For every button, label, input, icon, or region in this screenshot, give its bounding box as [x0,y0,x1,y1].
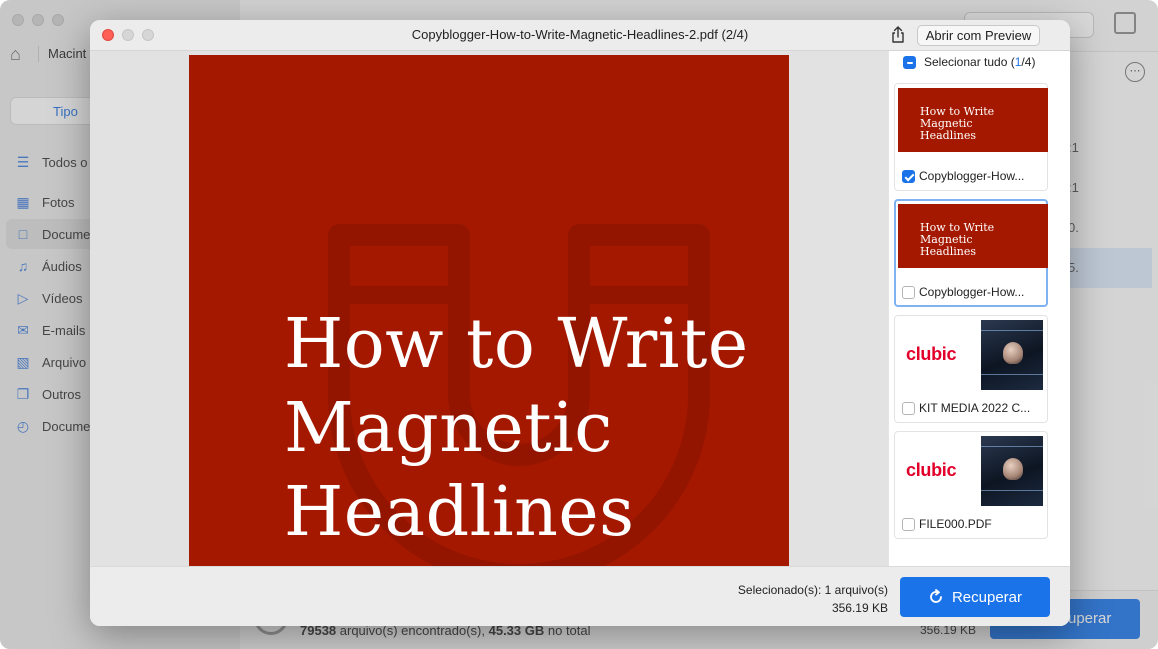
headline-line: Magnetic [284,389,613,468]
document-preview: How to Write Magnetic Headlines [189,55,789,570]
preview-modal: Copyblogger-How-to-Write-Magnetic-Headli… [90,20,1070,626]
headline-line: How to Write [284,305,749,384]
select-all-label: Selecionar tudo (1/4) [924,55,1036,69]
recover-button[interactable]: Recuperar [900,577,1050,617]
thumbnail-photo [981,320,1043,390]
file-checkbox[interactable] [902,285,915,299]
file-name: FILE000.PDF [919,517,992,531]
file-checkbox[interactable] [902,169,915,183]
file-thumbnail: How to Write Magnetic Headlines [898,204,1048,268]
thumbnail-text: How to Write Magnetic Headlines [920,105,995,142]
file-card[interactable]: How to Write Magnetic Headlines Copyblog… [894,83,1048,191]
file-name: Copyblogger-How... [919,285,1025,299]
select-all[interactable]: Selecionar tudo (1/4) [903,55,1035,69]
clubic-logo: clubic [906,344,957,364]
file-card[interactable]: clubic KIT MEDIA 2022 C... [894,315,1048,423]
file-label: FILE000.PDF [902,517,992,531]
file-checkbox[interactable] [902,517,915,531]
file-label: KIT MEDIA 2022 C... [902,401,1030,415]
thumbnail-text: How to Write Magnetic Headlines [920,221,995,258]
file-name: Copyblogger-How... [919,169,1025,183]
file-label: Copyblogger-How... [902,169,1024,183]
recover-label: Recuperar [951,588,1023,606]
file-card[interactable]: clubic FILE000.PDF [894,431,1048,539]
file-checkbox[interactable] [902,401,915,415]
headline-line: Headlines [284,473,635,552]
modal-footer: Selecionado(s): 1 arquivo(s) 356.19 KB R… [90,566,1070,626]
file-list-panel: Selecionar tudo (1/4) How to Write Magne… [888,51,1070,566]
file-label: Copyblogger-How... [902,285,1024,299]
selected-count: Selecionado(s): 1 arquivo(s) [737,583,888,597]
file-name: KIT MEDIA 2022 C... [919,401,1031,415]
open-with-preview-button[interactable]: Abrir com Preview [917,25,1040,46]
selected-size: 356.19 KB [831,601,888,615]
thumbnail-photo [981,436,1043,506]
clubic-logo: clubic [906,460,957,480]
modal-titlebar: Copyblogger-How-to-Write-Magnetic-Headli… [90,20,1070,51]
document-headline: How to Write Magnetic Headlines [284,303,749,555]
preview-area: How to Write Magnetic Headlines [90,51,888,570]
app-window: ⌂ Macint Tipo ☰ Todos o ▦ Fotos □ Docume ♫ Á… [0,0,1158,649]
refresh-icon [930,589,942,603]
select-all-checkbox[interactable] [903,55,916,69]
selection-info: Selecionado(s): 1 arquivo(s) 356.19 KB [738,581,888,617]
file-thumbnail: How to Write Magnetic Headlines [898,88,1048,152]
file-thumbnail: clubic [898,320,1048,390]
share-icon[interactable] [890,26,906,44]
file-thumbnail: clubic [898,436,1048,506]
file-card-selected[interactable]: How to Write Magnetic Headlines Copyblog… [894,199,1048,307]
